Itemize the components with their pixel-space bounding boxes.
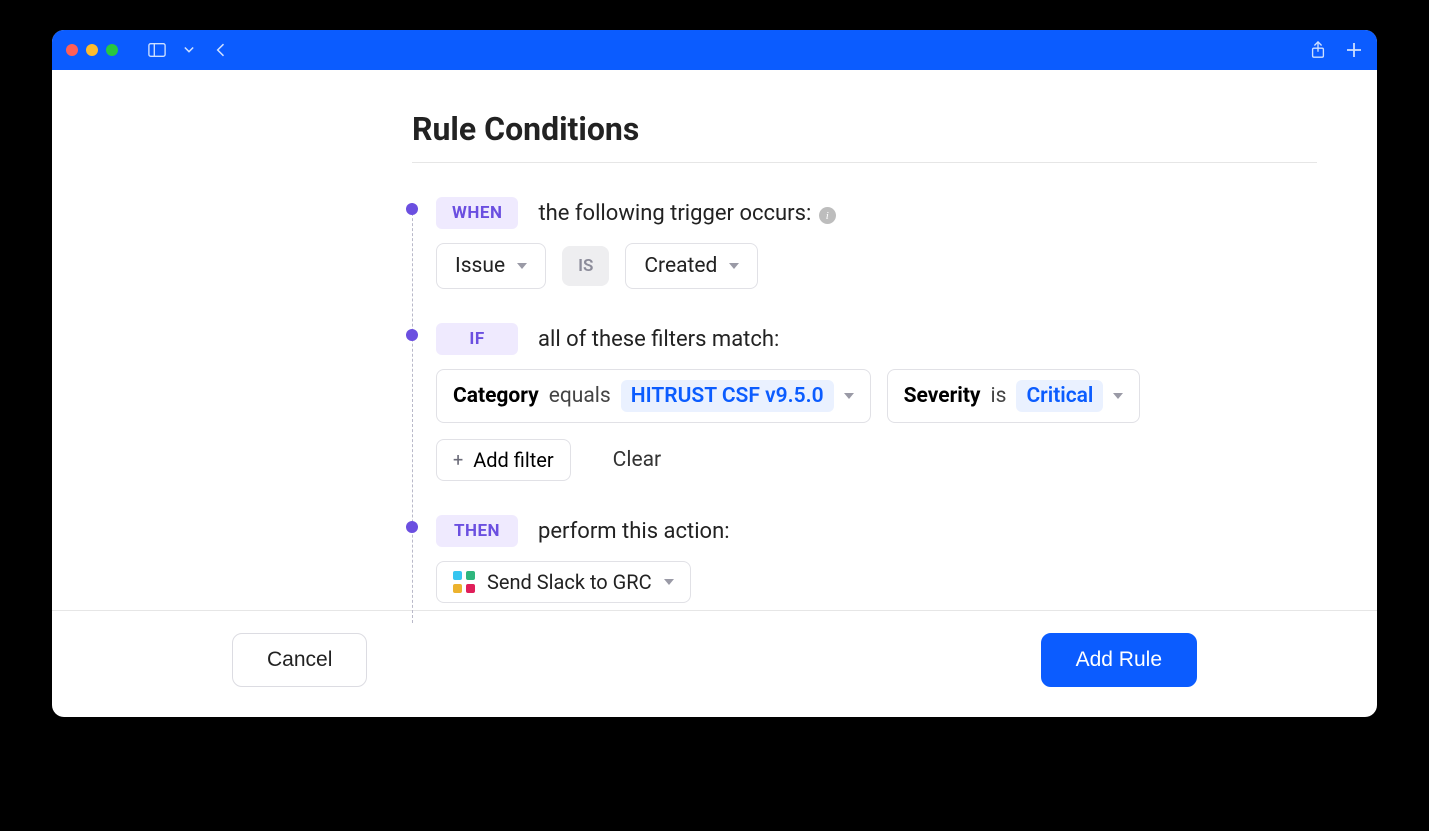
action-select[interactable]: Send Slack to GRC [436,561,691,603]
timeline-node [406,329,418,341]
filter-value: HITRUST CSF v9.5.0 [621,380,834,412]
trigger-subject-value: Issue [455,254,505,278]
timeline-node [406,203,418,215]
plus-icon: + [453,450,463,471]
add-filter-button[interactable]: + Add filter [436,439,571,481]
filter-value: Critical [1016,380,1103,412]
timeline-line [412,203,413,623]
trigger-subject-select[interactable]: Issue [436,243,546,289]
action-label: Send Slack to GRC [487,570,652,594]
then-heading: perform this action: [538,519,730,544]
chevron-down-icon [729,263,739,269]
rule-timeline: WHEN the following trigger occurs: i Iss… [412,197,1317,603]
main-content: Rule Conditions WHEN the following trigg… [52,70,1377,610]
if-section: IF all of these filters match: Category … [436,323,1317,481]
when-section: WHEN the following trigger occurs: i Iss… [436,197,1317,289]
then-section: THEN perform this action: Send Slack to … [436,515,1317,603]
trigger-predicate-value: Created [644,254,717,278]
add-filter-label: Add filter [473,448,553,472]
chevron-down-icon [517,263,527,269]
app-window: Rule Conditions WHEN the following trigg… [52,30,1377,717]
info-icon[interactable]: i [819,207,836,224]
clear-filters-button[interactable]: Clear [613,448,661,472]
filter-op: is [991,384,1007,408]
titlebar [52,30,1377,70]
minimize-window-button[interactable] [86,44,98,56]
timeline-node [406,521,418,533]
when-heading-text: the following trigger occurs: [538,201,811,226]
window-traffic-lights [66,44,118,56]
filter-op: equals [549,384,611,408]
add-rule-button[interactable]: Add Rule [1041,633,1197,687]
chevron-down-icon [844,393,854,399]
filter-field: Severity [904,384,981,408]
fullscreen-window-button[interactable] [106,44,118,56]
filter-field: Category [453,384,539,408]
filter-chip-category[interactable]: Category equals HITRUST CSF v9.5.0 [436,369,871,423]
back-icon[interactable] [212,41,230,59]
trigger-operator: IS [562,246,609,286]
trigger-predicate-select[interactable]: Created [625,243,758,289]
sidebar-toggle-icon[interactable] [148,41,166,59]
then-badge: THEN [436,515,518,547]
if-badge: IF [436,323,518,355]
slack-icon [453,571,475,593]
when-heading: the following trigger occurs: i [538,201,835,226]
close-window-button[interactable] [66,44,78,56]
when-badge: WHEN [436,197,518,229]
page-title: Rule Conditions [412,110,1317,163]
footer: Cancel Add Rule [52,610,1377,717]
plus-icon[interactable] [1345,41,1363,59]
chevron-down-icon [664,579,674,585]
share-icon[interactable] [1309,41,1327,59]
if-heading: all of these filters match: [538,327,779,352]
cancel-button[interactable]: Cancel [232,633,367,687]
chevron-down-icon[interactable] [180,41,198,59]
chevron-down-icon [1113,393,1123,399]
filter-chip-severity[interactable]: Severity is Critical [887,369,1141,423]
